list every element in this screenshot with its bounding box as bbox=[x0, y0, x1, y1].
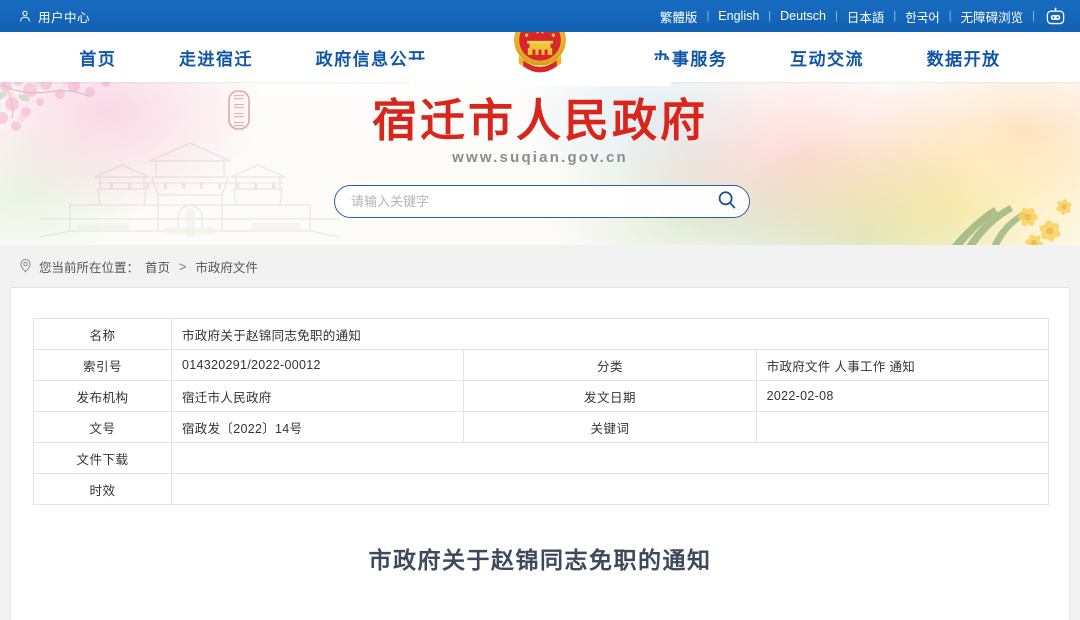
accessibility-link[interactable]: 无障碍浏览 bbox=[952, 7, 1033, 26]
top-utility-bar: 用户中心 繁體版 | English | Deutsch | 日本語 | 한국어… bbox=[0, 0, 1080, 32]
location-pin-icon bbox=[18, 258, 33, 276]
robot-assistant-icon[interactable] bbox=[1044, 7, 1066, 25]
table-row: 发布机构 宿迁市人民政府 发文日期 2022-02-08 bbox=[33, 380, 1050, 412]
table-row: 索引号 014320291/2022-00012 分类 市政府文件 人事工作 通… bbox=[33, 349, 1050, 381]
page-root: 用户中心 繁體版 | English | Deutsch | 日本語 | 한국어… bbox=[0, 0, 1080, 620]
user-center-link[interactable]: 用户中心 bbox=[18, 7, 90, 26]
meta-label-category: 分类 bbox=[463, 349, 757, 381]
nav-item-home[interactable]: 首页 bbox=[79, 45, 116, 70]
search-input[interactable] bbox=[335, 194, 705, 209]
meta-label-index-no: 索引号 bbox=[33, 349, 172, 381]
lang-link-4[interactable]: 한국어 bbox=[896, 7, 949, 26]
breadcrumb: 您当前所在位置： 首页 > 市政府文件 bbox=[0, 245, 1080, 287]
document-title: 市政府关于赵锦同志免职的通知 bbox=[368, 547, 712, 573]
site-search-box[interactable] bbox=[334, 185, 750, 218]
nav-item-about-suqian[interactable]: 走进宿迁 bbox=[179, 45, 253, 70]
site-title-cn: 宿迁市人民政府 bbox=[371, 94, 708, 147]
search-button[interactable] bbox=[705, 186, 749, 217]
site-banner: 宿迁市人民政府 www.suqian.gov.cn bbox=[0, 82, 1080, 245]
lang-link-2[interactable]: Deutsch bbox=[771, 9, 835, 23]
main-navigation-bar: 首页 走进宿迁 政府信息公开 办事服务 互动交流 数据开放 bbox=[0, 12, 1080, 86]
meta-value-issue-date: 2022-02-08 bbox=[755, 380, 1050, 412]
meta-label-keywords: 关键词 bbox=[463, 411, 757, 443]
emblem-slot bbox=[409, 12, 671, 86]
nav-item-interaction[interactable]: 互动交流 bbox=[790, 45, 864, 70]
meta-value-file-download bbox=[171, 442, 1049, 474]
meta-value-keywords bbox=[755, 411, 1050, 443]
meta-label-doc-no: 文号 bbox=[33, 411, 172, 443]
meta-value-validity bbox=[171, 473, 1049, 505]
meta-value-category: 市政府文件 人事工作 通知 bbox=[755, 349, 1050, 381]
table-row: 名称 市政府关于赵锦同志免职的通知 bbox=[33, 318, 1049, 350]
meta-value-publisher: 宿迁市人民政府 bbox=[170, 380, 465, 412]
breadcrumb-item-home[interactable]: 首页 bbox=[145, 257, 170, 276]
breadcrumb-bar: 您当前所在位置： 首页 > 市政府文件 bbox=[0, 245, 1080, 287]
document-metadata-table: 名称 市政府关于赵锦同志免职的通知 索引号 014320291/2022-000… bbox=[33, 318, 1050, 505]
meta-label-issue-date: 发文日期 bbox=[463, 380, 757, 412]
table-row: 文号 宿政发〔2022〕14号 关键词 bbox=[33, 411, 1050, 443]
user-center-label: 用户中心 bbox=[38, 10, 91, 25]
main-nav: 首页 走进宿迁 政府信息公开 办事服务 互动交流 数据开放 bbox=[0, 12, 1080, 86]
lang-separator: | bbox=[1032, 10, 1035, 22]
meta-value-index-no: 014320291/2022-00012 bbox=[170, 349, 465, 381]
nav-item-open-data[interactable]: 数据开放 bbox=[927, 45, 1001, 70]
site-url: www.suqian.gov.cn bbox=[452, 149, 628, 167]
nav-right-group: 办事服务 互动交流 数据开放 bbox=[600, 45, 1080, 70]
meta-value-doc-no: 宿政发〔2022〕14号 bbox=[170, 411, 465, 443]
nav-left-group: 首页 走进宿迁 政府信息公开 bbox=[0, 45, 480, 70]
content-card: 名称 市政府关于赵锦同志免职的通知 索引号 014320291/2022-000… bbox=[10, 287, 1070, 620]
language-bar: 繁體版 | English | Deutsch | 日本語 | 한국어 | 无障… bbox=[651, 7, 1066, 26]
person-icon bbox=[18, 9, 32, 23]
banner-content: 宿迁市人民政府 www.suqian.gov.cn bbox=[0, 82, 1080, 245]
breadcrumb-item-current[interactable]: 市政府文件 bbox=[195, 257, 258, 276]
table-row: 文件下载 bbox=[33, 442, 1049, 474]
lang-link-3[interactable]: 日本語 bbox=[838, 7, 894, 26]
meta-value-name: 市政府关于赵锦同志免职的通知 bbox=[171, 318, 1049, 350]
meta-label-validity: 时效 bbox=[33, 473, 172, 505]
meta-label-publisher: 发布机构 bbox=[33, 380, 172, 412]
search-icon bbox=[716, 189, 738, 214]
table-row: 时效 bbox=[33, 473, 1049, 505]
meta-label-name: 名称 bbox=[33, 318, 172, 350]
site-title-block: 宿迁市人民政府 www.suqian.gov.cn bbox=[0, 94, 1080, 166]
lang-link-0[interactable]: 繁體版 bbox=[651, 7, 707, 26]
meta-label-file-download: 文件下载 bbox=[33, 442, 172, 474]
breadcrumb-prefix: 您当前所在位置： bbox=[39, 261, 140, 275]
breadcrumb-separator: > bbox=[179, 259, 187, 274]
lang-link-1[interactable]: English bbox=[709, 9, 768, 23]
